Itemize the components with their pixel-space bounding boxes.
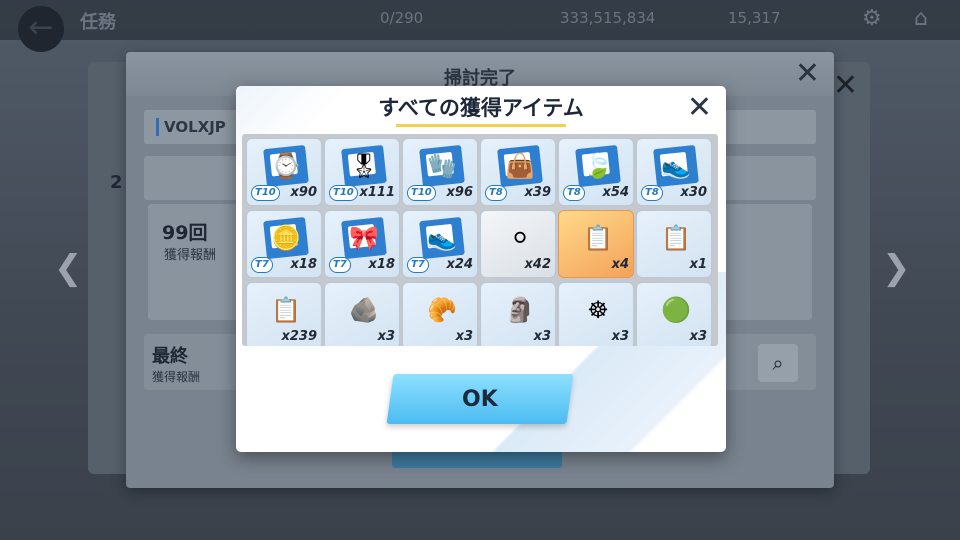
item-tier: T7 [251, 257, 273, 273]
report-basic-icon: 📋 [271, 296, 301, 324]
home-icon[interactable]: ⌂ [914, 6, 928, 31]
t10-watch-icon: ⌚ [271, 152, 301, 180]
silver-orb-icon: ⚪ [509, 224, 531, 252]
item-slot[interactable]: 🍃 T8 x54 [558, 138, 634, 206]
item-quantity: x96 [446, 185, 473, 200]
item-quantity: x1 [689, 257, 707, 272]
item-tier: T10 [407, 185, 436, 201]
close-icon[interactable]: ✕ [795, 56, 820, 91]
stone-shell-icon: 🪨 [349, 296, 379, 324]
item-quantity: x3 [611, 329, 629, 344]
item-quantity: x3 [533, 329, 551, 344]
item-quantity: x4 [611, 257, 629, 272]
item-slot[interactable]: 🎖 T10 x111 [324, 138, 400, 206]
item-quantity: x54 [602, 185, 629, 200]
stamina-value: 0/290 [380, 9, 424, 27]
item-slot[interactable]: 🗿 x3 [480, 282, 556, 346]
t7-shoes-icon: 👟 [427, 224, 457, 252]
item-slot[interactable]: 📋 x1 [636, 210, 712, 278]
item-quantity: x3 [455, 329, 473, 344]
next-arrow-icon[interactable]: ❯ [882, 248, 911, 288]
item-quantity: x30 [680, 185, 707, 200]
item-slot[interactable]: 📋 x4 [558, 210, 634, 278]
title-underline [396, 124, 566, 127]
prev-arrow-icon[interactable]: ❮ [54, 248, 83, 288]
item-quantity: x42 [524, 257, 551, 272]
item-slot[interactable]: ⚪ x42 [480, 210, 556, 278]
t8-hairpin-icon: 🍃 [583, 152, 613, 180]
screen-title: 任務 [80, 12, 116, 33]
item-quantity: x18 [368, 257, 395, 272]
item-slot[interactable]: 🪨 x3 [324, 282, 400, 346]
item-tier: T7 [407, 257, 429, 273]
t8-shoes-icon: 👟 [661, 152, 691, 180]
top-bar: ← 任務 0/290 333,515,834 15,317 ⚙ ⌂ [0, 0, 960, 52]
t7-hairband-icon: 🎀 [349, 224, 379, 252]
golden-wheel-icon: ☸ [587, 296, 609, 324]
t10-gloves-icon: 🧤 [427, 152, 457, 180]
settings-gear-icon[interactable]: ⚙ [862, 6, 882, 31]
gems-value: 15,317 [728, 9, 781, 27]
final-title: 最終 [152, 346, 188, 367]
item-quantity: x3 [689, 329, 707, 344]
item-quantity: x18 [290, 257, 317, 272]
item-grid: ⌚ T10 x90 🎖 T10 x111 🧤 T10 x96 👜 T8 x39 🍃 T8 x54 👟 T8 x30… [242, 134, 718, 346]
item-slot[interactable]: ⌚ T10 x90 [246, 138, 322, 206]
item-tier: T10 [251, 185, 280, 201]
close-icon[interactable]: ✕ [687, 90, 712, 125]
totem-piece-icon: 🗿 [505, 296, 535, 324]
t8-bag-icon: 👜 [505, 152, 535, 180]
item-slot[interactable]: 🎀 T7 x18 [324, 210, 400, 278]
green-beads-icon: 🟢 [661, 296, 691, 324]
dialog-title: すべての獲得アイテム [378, 96, 584, 120]
sweep-count: 99回 [162, 222, 208, 244]
t7-charm-icon: 🪙 [271, 224, 301, 252]
ok-button-label: OK [462, 387, 498, 412]
stage-code: VOLXJP [156, 118, 226, 136]
item-slot[interactable]: 🥐 x3 [402, 282, 478, 346]
item-quantity: x39 [524, 185, 551, 200]
t10-badge-icon: 🎖 [348, 152, 380, 180]
item-slot[interactable]: 🟢 x3 [636, 282, 712, 346]
item-slot[interactable]: 👟 T8 x30 [636, 138, 712, 206]
item-tier: T8 [641, 185, 663, 201]
back-arrow-icon[interactable]: ← [18, 6, 64, 52]
search-icon[interactable]: ⌕ [758, 344, 798, 382]
ok-button[interactable]: OK [386, 374, 574, 424]
item-quantity: x239 [281, 329, 317, 344]
item-tier: T7 [329, 257, 351, 273]
item-quantity: x111 [359, 185, 395, 200]
item-quantity: x24 [446, 257, 473, 272]
item-tier: T8 [563, 185, 585, 201]
item-slot[interactable]: 🧤 T10 x96 [402, 138, 478, 206]
item-slot[interactable]: 🪙 T7 x18 [246, 210, 322, 278]
report-blue-icon: 📋 [661, 224, 691, 252]
item-tier: T10 [329, 185, 358, 201]
item-slot[interactable]: 👟 T7 x24 [402, 210, 478, 278]
final-label: 獲得報酬 [152, 370, 201, 384]
item-slot[interactable]: ☸ x3 [558, 282, 634, 346]
item-tier: T8 [485, 185, 507, 201]
item-slot[interactable]: 👜 T8 x39 [480, 138, 556, 206]
item-quantity: x3 [377, 329, 395, 344]
all-items-dialog: すべての獲得アイテム ✕ ⌚ T10 x90 🎖 T10 x111 🧤 T10 x96 👜 T8 x3… [236, 86, 726, 452]
close-icon[interactable]: ✕ [833, 68, 858, 103]
reward-label: 獲得報酬 [164, 248, 217, 263]
credits-value: 333,515,834 [560, 9, 656, 27]
item-slot[interactable]: 📋 x239 [246, 282, 322, 346]
partial-number: 2 [110, 172, 123, 193]
item-quantity: x90 [290, 185, 317, 200]
gold-piece-icon: 🥐 [427, 296, 457, 324]
report-orange-icon: 📋 [583, 224, 613, 252]
